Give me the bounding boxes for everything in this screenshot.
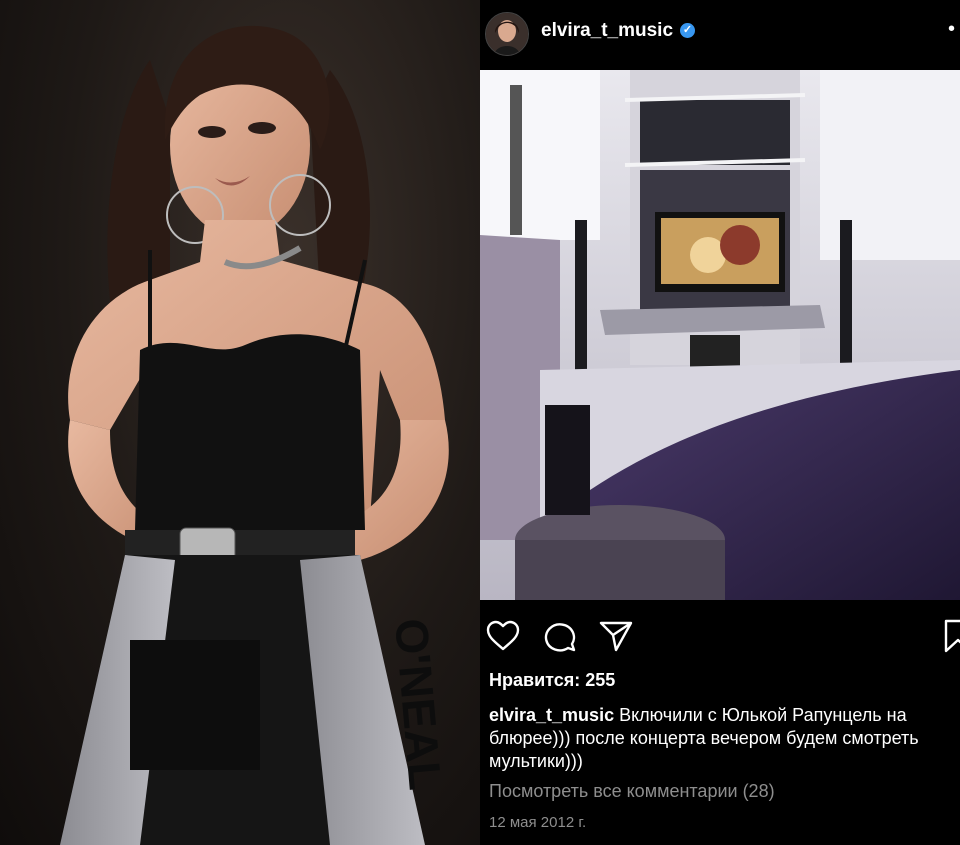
post-date: 12 мая 2012 г. xyxy=(489,814,587,831)
comment-icon[interactable] xyxy=(542,618,578,654)
bookmark-icon[interactable] xyxy=(940,618,960,654)
post-header: elvira_t_music ✓ • xyxy=(480,0,960,68)
heart-icon[interactable] xyxy=(485,618,521,654)
caption-username[interactable]: elvira_t_music xyxy=(489,705,614,725)
more-options-icon[interactable]: • xyxy=(948,18,956,41)
post-actions xyxy=(480,612,960,660)
instagram-post: elvira_t_music ✓ • Нравится: 255 elvira_… xyxy=(480,0,960,845)
portrait-photo: O'NEAL xyxy=(0,0,480,845)
likes-count[interactable]: Нравится: 255 xyxy=(489,670,615,691)
avatar[interactable] xyxy=(485,12,529,56)
share-icon[interactable] xyxy=(598,618,634,654)
post-caption: elvira_t_music Включили с Юлькой Рапунце… xyxy=(489,704,959,773)
post-image xyxy=(480,70,960,600)
username[interactable]: elvira_t_music xyxy=(541,20,673,42)
verified-badge-icon: ✓ xyxy=(680,23,695,38)
view-comments-link[interactable]: Посмотреть все комментарии (28) xyxy=(489,781,775,802)
